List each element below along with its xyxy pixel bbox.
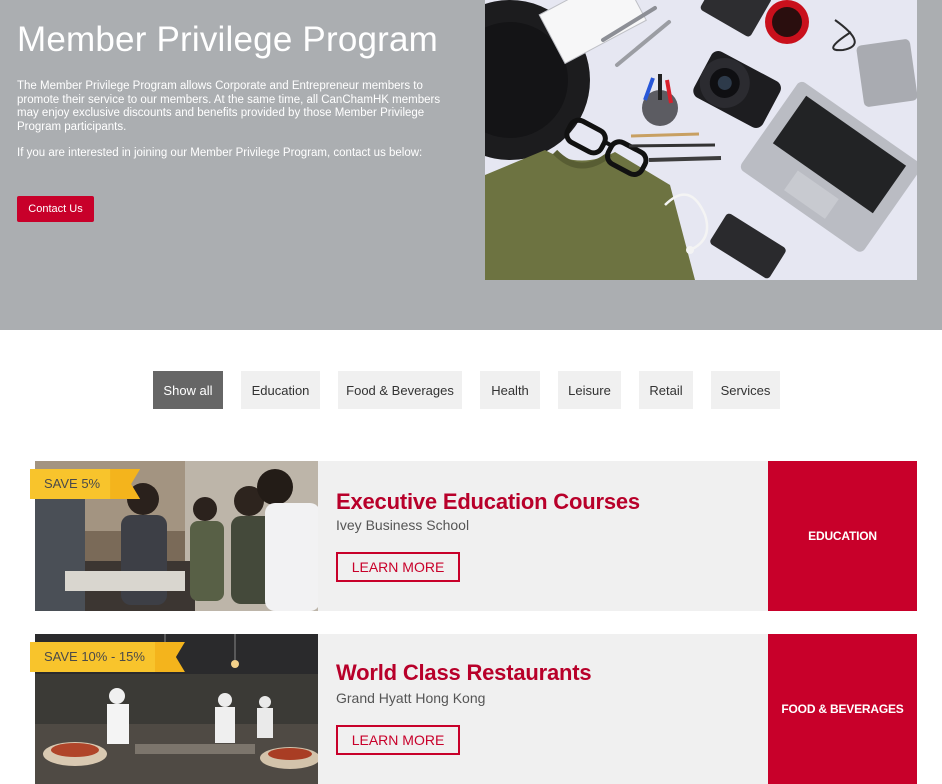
hero-flatlay-illustration xyxy=(485,0,917,280)
filter-food-beverages[interactable]: Food & Beverages xyxy=(338,371,462,409)
filter-retail[interactable]: Retail xyxy=(639,371,693,409)
hero-section: Member Privilege Program The Member Priv… xyxy=(0,0,942,330)
filter-show-all[interactable]: Show all xyxy=(153,371,223,409)
category-filter-bar: Show all Education Food & Beverages Heal… xyxy=(0,371,942,409)
hero-description: The Member Privilege Program allows Corp… xyxy=(17,80,447,161)
offer-provider: Grand Hyatt Hong Kong xyxy=(336,690,486,706)
learn-more-button[interactable]: LEARN MORE xyxy=(336,552,460,582)
discount-badge-label: SAVE 5% xyxy=(44,476,101,491)
learn-more-button[interactable]: LEARN MORE xyxy=(336,725,460,755)
discount-badge: SAVE 5% xyxy=(30,469,141,499)
discount-badge: SAVE 10% - 15% xyxy=(30,642,185,672)
contact-us-button[interactable]: Contact Us xyxy=(17,196,94,222)
hero-paragraph-intro: The Member Privilege Program allows Corp… xyxy=(17,80,441,133)
offer-title[interactable]: World Class Restaurants xyxy=(336,660,592,686)
offer-category-tag: FOOD & BEVERAGES xyxy=(768,634,917,784)
offer-card-education[interactable]: SAVE 5% Executive Education Courses Ivey… xyxy=(30,461,917,611)
offer-title[interactable]: Executive Education Courses xyxy=(336,489,640,515)
filter-education[interactable]: Education xyxy=(241,371,320,409)
filter-health[interactable]: Health xyxy=(480,371,540,409)
offer-category-tag: EDUCATION xyxy=(768,461,917,611)
filter-services[interactable]: Services xyxy=(711,371,780,409)
offer-provider: Ivey Business School xyxy=(336,517,470,533)
offer-card-food-beverages[interactable]: SAVE 10% - 15% World Class Restaurants G… xyxy=(30,634,917,784)
offer-category-label: EDUCATION xyxy=(808,529,877,543)
offer-category-label: FOOD & BEVERAGES xyxy=(781,702,904,716)
filter-leisure[interactable]: Leisure xyxy=(558,371,621,409)
discount-badge-label: SAVE 10% - 15% xyxy=(44,649,145,664)
hero-paragraph-contact: If you are interested in joining our Mem… xyxy=(17,147,423,160)
hero-flatlay-image xyxy=(485,0,917,280)
page-title: Member Privilege Program xyxy=(17,20,439,59)
